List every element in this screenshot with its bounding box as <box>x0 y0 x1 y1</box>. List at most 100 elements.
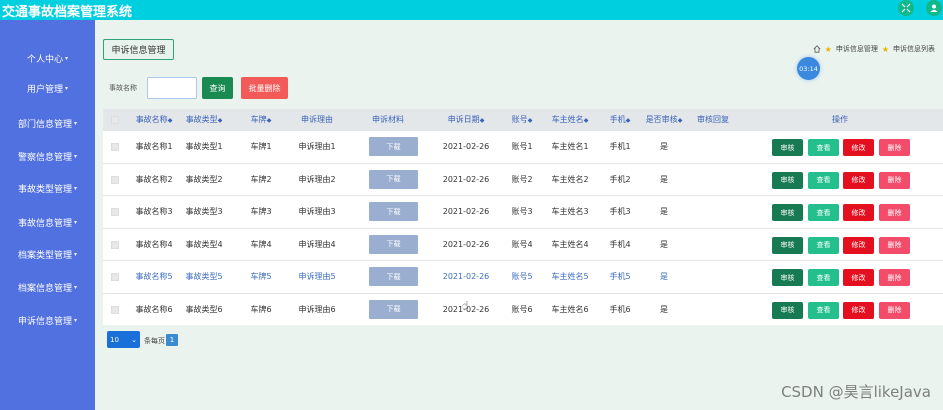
table-cell: 是 <box>660 272 668 281</box>
column-header[interactable]: 车主姓名◆ <box>552 109 589 130</box>
sidebar-item[interactable]: 事故信息管理 ▾ <box>0 212 95 232</box>
home-icon[interactable] <box>813 45 821 53</box>
table-cell: 事故类型4 <box>185 239 223 249</box>
table-cell: 账号6 <box>511 304 533 314</box>
sidebar-item[interactable]: 事故类型管理 ▾ <box>0 178 95 198</box>
edit-button[interactable]: 修改 <box>843 171 874 189</box>
edit-button[interactable]: 修改 <box>843 204 874 221</box>
audit-button[interactable]: 审核 <box>772 139 803 156</box>
sidebar-item-label: 个人中心 <box>26 54 63 65</box>
sidebar-item[interactable]: 部门信息管理 ▾ <box>0 113 95 133</box>
view-button[interactable]: 查看 <box>808 171 839 189</box>
delete-button[interactable]: 删除 <box>879 139 910 156</box>
column-header[interactable]: 事故类型◆ <box>186 109 223 130</box>
row-checkbox[interactable] <box>111 175 119 184</box>
view-button[interactable]: 查看 <box>808 236 839 254</box>
column-header-label: 申诉日期 <box>447 115 480 124</box>
sort-icon[interactable]: ◆ <box>528 117 533 124</box>
edit-button[interactable]: 修改 <box>843 269 874 286</box>
batch-delete-button[interactable]: 批量删除 <box>241 77 288 99</box>
fullscreen-icon[interactable] <box>898 0 914 16</box>
table-row: 事故名称4 事故类型4 车牌4 申诉理由4 2021-02-26 账号4 车主姓名4 手机4 是… <box>103 227 943 261</box>
sort-icon[interactable]: ◆ <box>267 117 272 124</box>
sidebar-item[interactable]: 警察信息管理 ▾ <box>0 146 95 166</box>
column-header[interactable]: 申诉日期◆ <box>448 109 485 130</box>
table-cell: 2021-02-26 <box>442 207 490 216</box>
table-cell: 车牌6 <box>250 304 272 314</box>
search-input[interactable] <box>147 77 197 99</box>
column-header[interactable]: 账号◆ <box>512 109 533 130</box>
audit-button[interactable]: 审核 <box>772 301 803 319</box>
column-header[interactable]: 车牌◆ <box>251 109 272 130</box>
column-header-label: 是否审核 <box>645 115 678 124</box>
download-button[interactable]: 下载 <box>369 137 418 156</box>
delete-button[interactable]: 删除 <box>879 301 910 319</box>
delete-button[interactable]: 删除 <box>879 171 910 189</box>
view-button[interactable]: 查看 <box>808 269 839 286</box>
download-button[interactable]: 下载 <box>369 169 418 189</box>
table-cell: 是 <box>660 239 668 249</box>
sort-icon[interactable]: ◆ <box>168 117 173 124</box>
star-icon: ★ <box>881 44 889 54</box>
download-button[interactable]: 下载 <box>369 202 418 221</box>
sort-icon[interactable]: ◆ <box>218 117 223 124</box>
sidebar-item-label: 事故类型管理 <box>17 184 72 195</box>
row-checkbox[interactable] <box>111 208 119 216</box>
audit-button[interactable]: 审核 <box>772 171 803 189</box>
download-button[interactable]: 下载 <box>369 267 418 286</box>
delete-button[interactable]: 删除 <box>879 236 910 254</box>
delete-button[interactable]: 删除 <box>879 269 910 286</box>
column-header-label: 申诉理由 <box>301 115 333 124</box>
sort-icon[interactable]: ◆ <box>678 117 683 124</box>
table-cell: 手机1 <box>609 142 631 151</box>
page-number-button[interactable]: 1 <box>166 334 178 346</box>
table-cell: 是 <box>660 174 668 184</box>
column-header[interactable]: 事故名称◆ <box>136 109 173 130</box>
row-checkbox[interactable] <box>111 305 119 314</box>
view-button[interactable]: 查看 <box>808 139 839 156</box>
user-icon[interactable] <box>926 0 942 16</box>
column-header: 申诉材料 <box>372 109 404 130</box>
sort-icon[interactable]: ◆ <box>480 117 485 124</box>
row-checkbox[interactable] <box>111 143 119 151</box>
row-checkbox[interactable] <box>111 240 119 249</box>
breadcrumb: ★ 申诉信息管理 ★ 申诉信息列表 <box>813 44 935 54</box>
view-button[interactable]: 查看 <box>808 204 839 221</box>
tab-appeal-info[interactable]: 申诉信息管理 <box>103 39 174 60</box>
delete-button[interactable]: 删除 <box>879 204 910 221</box>
audit-button[interactable]: 审核 <box>772 269 803 286</box>
sidebar-item[interactable]: 档案信息管理 ▾ <box>0 277 95 297</box>
sidebar-item[interactable]: 申诉信息管理 ▾ <box>0 310 95 330</box>
table-row: 事故名称6 事故类型6 车牌6 申诉理由6 2021-02-26 账号6 车主姓名6 手机6 是… <box>103 292 943 326</box>
audit-button[interactable]: 审核 <box>772 204 803 221</box>
chevron-down-icon: ▾ <box>74 283 78 291</box>
row-checkbox[interactable] <box>111 273 119 281</box>
edit-button[interactable]: 修改 <box>843 236 874 254</box>
table-cell: 车牌2 <box>250 174 272 184</box>
table-cell: 手机6 <box>609 304 631 314</box>
column-header[interactable]: 手机◆ <box>610 109 631 130</box>
sidebar-item[interactable]: 档案类型管理 ▾ <box>0 244 95 264</box>
sidebar-item[interactable]: 个人中心 ▾ <box>0 48 95 68</box>
table-cell: 申诉理由2 <box>298 174 336 184</box>
sort-icon[interactable]: ◆ <box>584 117 589 124</box>
chevron-down-icon: ▾ <box>74 184 78 192</box>
breadcrumb-item[interactable]: 申诉信息管理 <box>836 44 878 54</box>
audit-button[interactable]: 审核 <box>772 236 803 254</box>
column-header-label: 手机 <box>609 115 626 124</box>
sidebar-item[interactable]: 用户管理 ▾ <box>0 78 95 98</box>
download-button[interactable]: 下载 <box>369 299 418 319</box>
column-header: 申诉理由 <box>301 109 333 130</box>
edit-button[interactable]: 修改 <box>843 301 874 319</box>
edit-button[interactable]: 修改 <box>843 139 874 156</box>
query-button[interactable]: 查询 <box>202 77 233 99</box>
mouse-cursor-icon: ☝ <box>462 299 469 312</box>
page-size-select[interactable]: 10 ⌄ <box>107 331 140 348</box>
sort-icon[interactable]: ◆ <box>626 117 631 124</box>
select-all-checkbox[interactable] <box>111 116 119 124</box>
column-header[interactable]: 是否审核◆ <box>646 109 683 130</box>
download-button[interactable]: 下载 <box>369 234 418 254</box>
view-button[interactable]: 查看 <box>808 301 839 319</box>
sidebar-item-label: 警察信息管理 <box>17 152 72 163</box>
column-header-label: 事故类型 <box>185 115 218 124</box>
